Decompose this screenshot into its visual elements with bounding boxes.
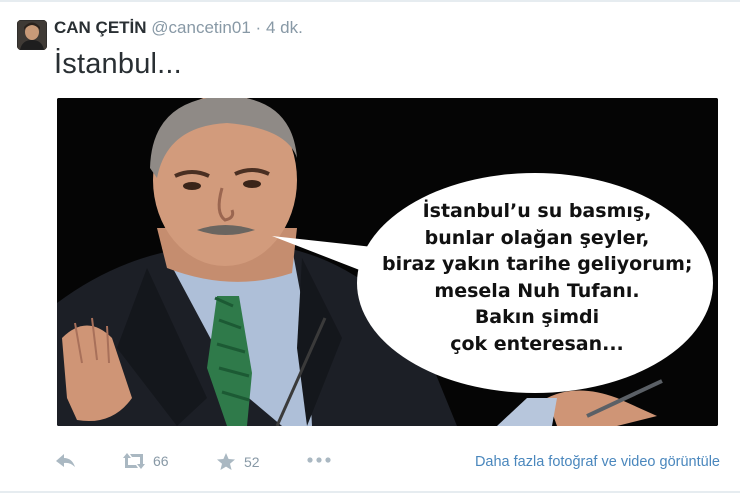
more-button[interactable] — [306, 454, 332, 466]
bubble-line: çok enteresan... — [450, 332, 624, 355]
bubble-line: Bakın şimdi — [474, 306, 600, 328]
star-icon — [217, 453, 235, 470]
more-dots-icon — [307, 457, 331, 463]
timestamp[interactable]: 4 dk. — [266, 18, 303, 37]
bubble-line: bunlar olağan şeyler, — [424, 226, 650, 249]
avatar-image — [17, 20, 47, 50]
reply-icon — [56, 454, 75, 467]
author-username[interactable]: @cancetin01 — [151, 18, 251, 37]
bubble-line: İstanbul’u su basmış, — [422, 200, 652, 222]
tweet-photo[interactable]: İstanbul’u su basmış, bunlar olağan şeyl… — [57, 98, 718, 426]
reply-button[interactable] — [55, 452, 77, 470]
tweet-actions: 66 52 Daha fazla fotoğraf ve video görün… — [0, 448, 740, 478]
retweet-button[interactable]: 66 — [121, 452, 169, 470]
divider — [0, 0, 740, 2]
bubble-line: biraz yakın tarihe geliyorum; — [382, 253, 693, 275]
favorite-button[interactable]: 52 — [216, 452, 260, 471]
tweet-header: CAN ÇETİN @cancetin01 · 4 dk. — [54, 18, 303, 38]
author-name[interactable]: CAN ÇETİN — [54, 18, 147, 37]
bubble-line: mesela Nuh Tufanı. — [434, 279, 640, 302]
view-more-media-link[interactable]: Daha fazla fotoğraf ve video görüntüle — [475, 454, 720, 470]
retweet-icon — [123, 453, 145, 469]
tweet: CAN ÇETİN @cancetin01 · 4 dk. İstanbul..… — [0, 0, 740, 501]
separator: · — [255, 18, 262, 37]
avatar[interactable] — [17, 20, 47, 50]
speech-bubble-text: İstanbul’u su basmış, bunlar olağan şeyl… — [382, 198, 693, 357]
retweet-count: 66 — [153, 453, 169, 469]
divider — [0, 491, 740, 493]
favorite-count: 52 — [244, 453, 260, 470]
tweet-text: İstanbul... — [54, 48, 182, 80]
